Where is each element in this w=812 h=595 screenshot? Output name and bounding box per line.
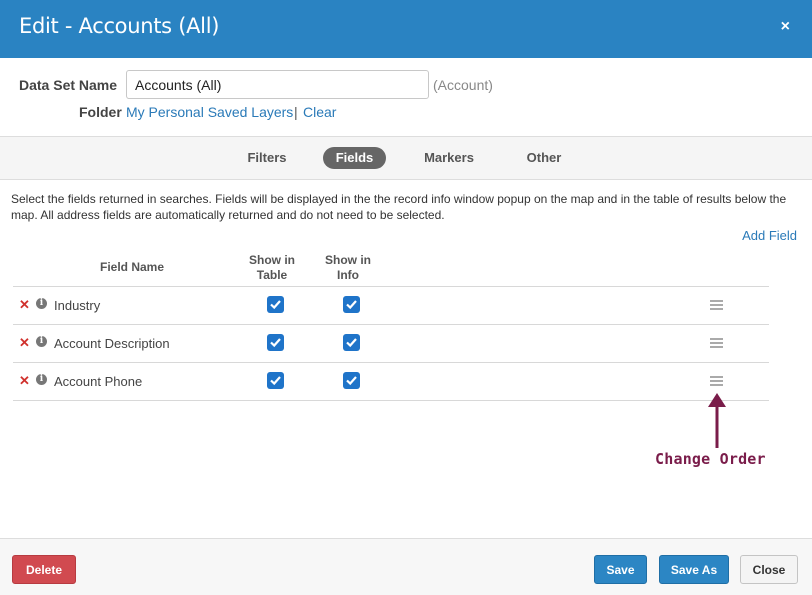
table-row: ✕ i Account Description [13,325,769,363]
info-icon[interactable]: i [36,374,47,385]
checkmark-icon [346,300,357,310]
show-in-info-checkbox[interactable] [343,296,360,313]
column-header-show-in-table: Show in Table [249,253,295,282]
folder-link[interactable]: My Personal Saved Layers [126,104,293,120]
table-row: ✕ i Account Phone [13,363,769,401]
show-in-table-checkbox[interactable] [267,334,284,351]
dataset-name-label: Data Set Name [19,77,118,93]
tab-other[interactable]: Other [514,147,574,169]
tab-bar: Filters Fields Markers Other [0,136,812,180]
remove-field-icon[interactable]: ✕ [19,373,30,389]
remove-field-icon[interactable]: ✕ [19,297,30,313]
close-icon[interactable]: × [781,18,790,36]
show-in-info-checkbox[interactable] [343,372,360,389]
checkmark-icon [270,338,281,348]
drag-handle-icon[interactable] [710,376,723,386]
checkmark-icon [346,376,357,386]
folder-separator: | [294,104,298,120]
tab-filters[interactable]: Filters [236,147,298,169]
tab-fields[interactable]: Fields [323,147,386,169]
close-button[interactable]: Close [740,555,798,584]
checkmark-icon [270,300,281,310]
modal-title: Edit - Accounts (All) [19,14,220,38]
table-row: ✕ i Industry [13,287,769,325]
drag-handle-icon[interactable] [710,338,723,348]
info-icon[interactable]: i [36,298,47,309]
modal-footer: Delete Save Save As Close [0,538,812,595]
checkmark-icon [270,376,281,386]
info-icon[interactable]: i [36,336,47,347]
delete-button[interactable]: Delete [12,555,76,584]
show-in-info-checkbox[interactable] [343,334,360,351]
dataset-name-input[interactable] [126,70,429,99]
checkmark-icon [346,338,357,348]
show-in-table-checkbox[interactable] [267,296,284,313]
modal-header: Edit - Accounts (All) × [0,0,812,58]
column-header-show-in-info: Show in Info [325,253,371,282]
show-in-table-checkbox[interactable] [267,372,284,389]
save-as-button[interactable]: Save As [659,555,729,584]
field-name: Industry [54,298,101,313]
drag-handle-icon[interactable] [710,300,723,310]
folder-label: Folder [79,104,122,120]
save-button[interactable]: Save [594,555,647,584]
remove-field-icon[interactable]: ✕ [19,335,30,351]
change-order-annotation: Change Order [655,450,766,468]
tab-markers[interactable]: Markers [414,147,484,169]
field-name: Account Phone [54,374,143,389]
clear-folder-link[interactable]: Clear [303,104,336,120]
fields-description: Select the fields returned in searches. … [11,192,787,222]
field-name: Account Description [54,336,170,351]
add-field-link[interactable]: Add Field [742,228,797,243]
column-header-field-name: Field Name [99,260,165,274]
object-type-label: (Account) [433,77,493,93]
arrow-up-icon [708,393,726,448]
